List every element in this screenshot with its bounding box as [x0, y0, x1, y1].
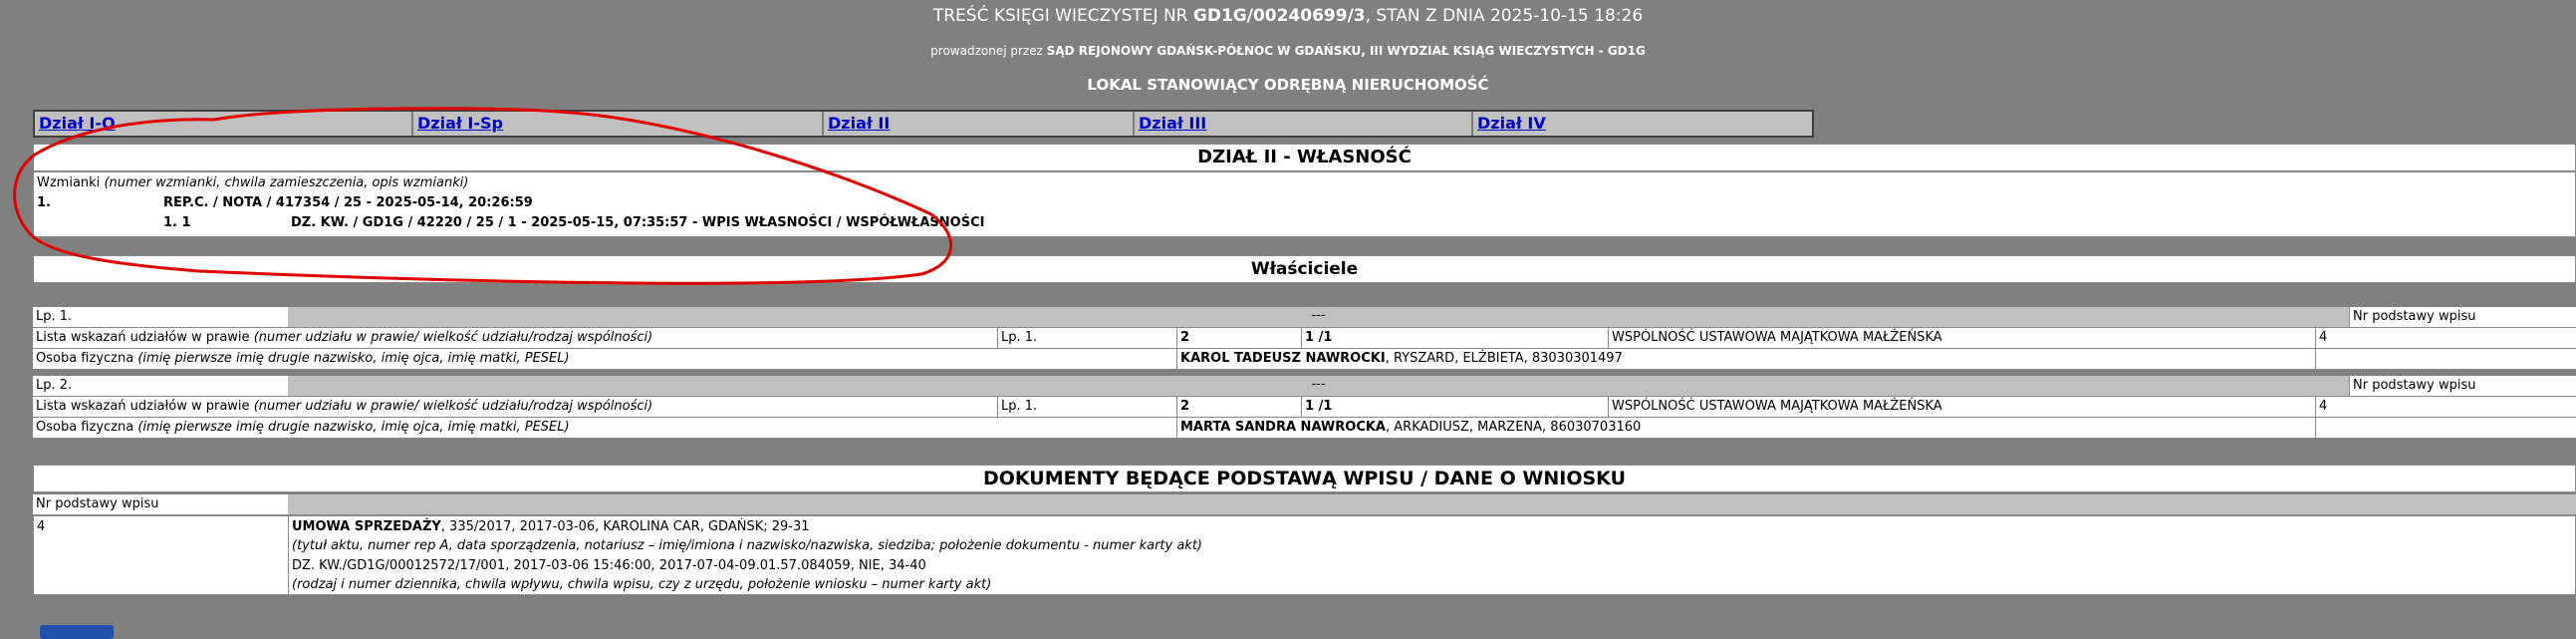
share-lp: Lp. 1. — [1001, 399, 1038, 414]
owner-nr-label: Nr podstawy wpisu — [2353, 378, 2476, 393]
share-size: 1 /1 — [1305, 399, 1333, 414]
section-tabs: Dział I-O Dział I-Sp Dział II Dział III … — [33, 110, 1814, 138]
share-label-text: Lista wskazań udziałów w prawie — [36, 399, 250, 414]
owner-2-header-row: Lp. 2. --- Nr podstawy wpisu — [33, 376, 2576, 397]
mentions-desc: (numer wzmianki, chwila zamieszczenia, o… — [104, 175, 469, 190]
person-data: MARTA SANDRA NAWROCKA, ARKADIUSZ, MARZEN… — [1180, 419, 1641, 437]
court-prefix: prowadzonej przez — [930, 44, 1047, 58]
back-button[interactable] — [40, 625, 114, 639]
kw-header-title: TREŚĆ KSIĘGI WIECZYSTEJ NR GD1G/00240699… — [0, 6, 2576, 26]
share-lp: Lp. 1. — [1001, 330, 1038, 345]
mentions-label: Wzmianki (numer wzmianki, chwila zamiesz… — [37, 174, 468, 192]
share-type: WSPÓLNOŚĆ USTAWOWA MAJĄTKOWA MAŁŻEŃSKA — [1612, 330, 1942, 345]
owner-nr-label: Nr podstawy wpisu — [2353, 309, 2476, 324]
person-data: KAROL TADEUSZ NAWROCKI, RYSZARD, ELŻBIET… — [1180, 350, 1623, 368]
person-name: MARTA SANDRA NAWROCKA — [1180, 420, 1386, 435]
share-type: WSPÓLNOŚĆ USTAWOWA MAJĄTKOWA MAŁŻEŃSKA — [1612, 399, 1942, 414]
owner-2-person-row: Osoba fizyczna (imię pierwsze imię drugi… — [33, 418, 2576, 439]
owner-1-share-row: Lista wskazań udziałów w prawie (numer u… — [33, 328, 2576, 349]
kw-number: GD1G/00240699/3 — [1192, 6, 1366, 26]
owner-1-header-row: Lp. 1. --- Nr podstawy wpisu — [33, 307, 2576, 328]
person-desc: (imię pierwsze imię drugie nazwisko, imi… — [137, 351, 570, 366]
docs-nr-label: Nr podstawy wpisu — [36, 496, 159, 511]
section-title: DZIAŁ II - WŁASNOŚĆ — [33, 144, 2576, 171]
person-label: Osoba fizyczna (imię pierwsze imię drugi… — [36, 419, 570, 437]
mentions-label-text: Wzmianki — [37, 175, 101, 190]
owners-title: Właściciele — [33, 255, 2576, 283]
share-label: Lista wskazań udziałów w prawie (numer u… — [36, 398, 652, 416]
share-desc: (numer udziału w prawie/ wielkość udział… — [253, 330, 653, 345]
share-size: 1 /1 — [1305, 330, 1333, 345]
docs-bar — [288, 494, 2576, 514]
docs-journal: DZ. KW./GD1G/00012572/17/001, 2017-03-06… — [292, 558, 926, 573]
tab-dzial-isp[interactable]: Dział I-Sp — [413, 112, 824, 136]
person-details: , ARKADIUSZ, MARZENA, 86030703160 — [1386, 420, 1642, 435]
person-label-text: Osoba fizyczna — [36, 420, 134, 435]
owner-bar: --- — [288, 376, 2349, 396]
mention-1-1-text: DZ. KW. / GD1G / 42220 / 25 / 1 - 2025-0… — [291, 215, 985, 230]
owner-lp: Lp. 2. — [36, 378, 73, 393]
court-name: SĄD REJONOWY GDAŃSK-PÓŁNOC W GDAŃSKU, II… — [1046, 44, 1646, 58]
tab-dzial-iii[interactable]: Dział III — [1135, 112, 1473, 136]
share-label-text: Lista wskazań udziałów w prawie — [36, 330, 250, 345]
share-no: 2 — [1180, 330, 1190, 345]
mention-1-text: REP.C. / NOTA / 417354 / 25 - 2025-05-14… — [163, 195, 533, 210]
kw-header-court: prowadzonej przez SĄD REJONOWY GDAŃSK-PÓ… — [0, 44, 2576, 58]
docs-act: UMOWA SPRZEDAŻY, 335/2017, 2017-03-06, K… — [292, 518, 810, 536]
share-label: Lista wskazań udziałów w prawie (numer u… — [36, 329, 652, 347]
docs-body: 4 UMOWA SPRZEDAŻY, 335/2017, 2017-03-06,… — [33, 515, 2576, 595]
header-date: , STAN Z DNIA 2025-10-15 18:26 — [1365, 6, 1644, 26]
mention-1-no: 1. — [37, 195, 51, 210]
share-desc: (numer udziału w prawie/ wielkość udział… — [253, 399, 653, 414]
owner-2-share-row: Lista wskazań udziałów w prawie (numer u… — [33, 397, 2576, 418]
docs-title: DOKUMENTY BĘDĄCE PODSTAWĄ WPISU / DANE O… — [33, 465, 2576, 492]
property-type: LOKAL STANOWIĄCY ODRĘBNĄ NIERUCHOMOŚĆ — [1087, 76, 1489, 94]
docs-act-title: UMOWA SPRZEDAŻY — [292, 519, 441, 534]
person-label-text: Osoba fizyczna — [36, 351, 134, 366]
docs-act-details: , 335/2017, 2017-03-06, KAROLINA CAR, GD… — [440, 519, 810, 534]
tab-dzial-io[interactable]: Dział I-O — [35, 112, 413, 136]
docs-nr-value: 4 — [37, 519, 46, 534]
owner-lp: Lp. 1. — [36, 309, 73, 324]
person-desc: (imię pierwsze imię drugie nazwisko, imi… — [137, 420, 570, 435]
mentions-block: Wzmianki (numer wzmianki, chwila zamiesz… — [33, 171, 2576, 237]
person-label: Osoba fizyczna (imię pierwsze imię drugi… — [36, 350, 570, 368]
mention-1-1-no: 1. 1 — [163, 215, 191, 230]
docs-header-row: Nr podstawy wpisu — [33, 494, 2576, 515]
tab-dzial-ii[interactable]: Dział II — [824, 112, 1135, 136]
person-name: KAROL TADEUSZ NAWROCKI — [1180, 351, 1386, 366]
header-text: TREŚĆ KSIĘGI WIECZYSTEJ NR — [932, 6, 1193, 26]
person-details: , RYSZARD, ELŻBIETA, 83030301497 — [1385, 351, 1623, 366]
docs-act-desc: (tytuł aktu, numer rep A, data sporządze… — [292, 538, 1203, 553]
share-nr: 4 — [2319, 399, 2328, 414]
owner-1-person-row: Osoba fizyczna (imię pierwsze imię drugi… — [33, 349, 2576, 370]
owner-bar: --- — [288, 307, 2349, 327]
share-nr: 4 — [2319, 330, 2328, 345]
share-no: 2 — [1180, 399, 1190, 414]
docs-journal-desc: (rodzaj i numer dziennika, chwila wpływu… — [292, 577, 992, 592]
tab-dzial-iv[interactable]: Dział IV — [1473, 112, 1812, 136]
